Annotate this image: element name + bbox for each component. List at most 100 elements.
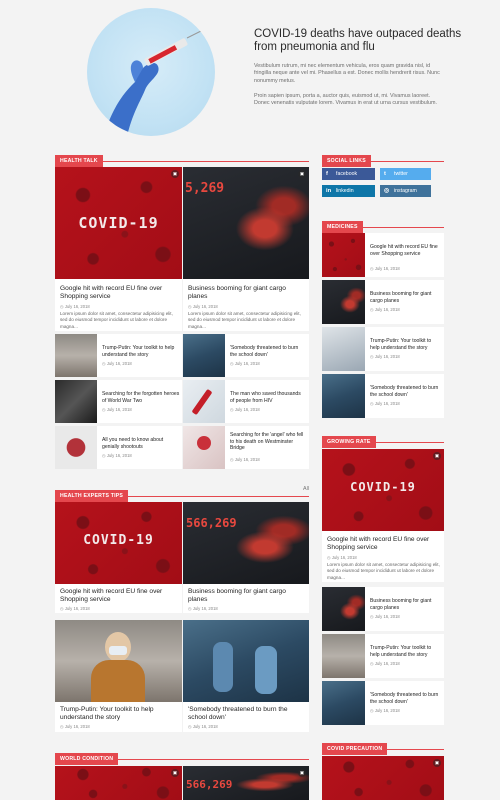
post-thumbnail[interactable] xyxy=(55,334,97,377)
post-thumbnail[interactable]: 5,269 ▣ xyxy=(183,167,309,279)
post-thumbnail[interactable] xyxy=(183,426,225,469)
post-thumbnail[interactable] xyxy=(322,374,365,418)
section-tag[interactable]: Growing Rate xyxy=(322,436,376,448)
post-title[interactable]: Trump-Putin: Your toolkit to help unders… xyxy=(102,345,180,358)
section-tag[interactable]: Health Experts Tips xyxy=(55,490,129,502)
post-date: July 16, 2018 xyxy=(102,407,132,412)
post-card[interactable]: 566,269 Business booming for giant cargo… xyxy=(183,502,309,613)
section-tag[interactable]: Medicines xyxy=(322,221,363,233)
post-title[interactable]: Business booming for giant cargo planes xyxy=(370,598,442,611)
surgeon-figure xyxy=(213,642,233,692)
featured-post-card[interactable]: COVID-19 ▣ Google hit with record EU fin… xyxy=(322,449,444,582)
post-thumbnail[interactable]: 566,269 ▣ xyxy=(183,766,309,800)
list-item[interactable]: 'Somebody threatened to burn the school … xyxy=(322,374,444,418)
post-thumbnail[interactable] xyxy=(55,426,97,469)
post-title[interactable]: Trump-Putin: Your toolkit to help unders… xyxy=(370,338,442,351)
list-item[interactable]: Searching for the 'angel' who fell to hi… xyxy=(183,426,309,469)
post-card[interactable]: Trump-Putin: Your toolkit to help unders… xyxy=(55,620,182,732)
post-thumbnail[interactable]: ▣ xyxy=(322,756,444,800)
post-title[interactable]: Business booming for giant cargo planes xyxy=(370,291,442,304)
post-thumbnail[interactable] xyxy=(322,280,365,324)
instagram-icon: ◎ xyxy=(384,188,390,194)
post-thumbnail[interactable] xyxy=(183,334,225,377)
list-item[interactable]: All you need to know about genially shoo… xyxy=(55,426,182,469)
instagram-button[interactable]: ◎ instagram xyxy=(380,185,431,197)
post-thumbnail[interactable] xyxy=(322,233,365,277)
post-thumbnail[interactable] xyxy=(322,634,365,678)
section-tag[interactable]: Social Links xyxy=(322,155,371,167)
camera-icon: ▣ xyxy=(171,170,179,178)
view-all-link[interactable]: All xyxy=(303,486,309,492)
twitter-icon: t xyxy=(384,171,386,177)
post-title[interactable]: Business booming for giant cargo planes xyxy=(188,588,306,604)
list-item[interactable]: Google hit with record EU fine over Shop… xyxy=(322,233,444,277)
post-date: July 16, 2018 xyxy=(370,708,400,713)
post-title[interactable]: Trump-Putin: Your toolkit to help unders… xyxy=(60,706,178,722)
post-thumbnail[interactable]: COVID-19 ▣ xyxy=(322,449,444,531)
post-title[interactable]: Business booming for giant cargo planes xyxy=(188,285,306,301)
post-excerpt: Lorem ipsum dolor sit amet, consectetur … xyxy=(188,311,301,329)
hero-paragraph: Proin sapien ipsum, porta a, auctor quis… xyxy=(254,93,437,107)
post-thumbnail[interactable] xyxy=(322,587,365,631)
hero-image-gloved-hand-syringe[interactable] xyxy=(87,8,215,136)
post-title[interactable]: Trump-Putin: Your toolkit to help unders… xyxy=(370,645,442,658)
post-thumbnail[interactable]: 566,269 xyxy=(183,502,309,584)
linkedin-button[interactable]: in linkedin xyxy=(322,185,375,197)
list-item[interactable]: Business booming for giant cargo planes … xyxy=(322,280,444,324)
post-title[interactable]: Google hit with record EU fine over Shop… xyxy=(60,285,178,301)
section-heading-medicines: Medicines xyxy=(322,215,444,233)
post-card[interactable]: 566,269 ▣ xyxy=(183,766,309,800)
post-card[interactable]: ▣ xyxy=(55,766,182,800)
list-item[interactable]: Business booming for giant cargo planes … xyxy=(322,587,444,631)
featured-post-card[interactable]: COVID-19 ▣ Google hit with record EU fin… xyxy=(55,167,182,331)
post-date: July 16, 2018 xyxy=(188,606,218,611)
post-date: July 16, 2018 xyxy=(60,724,90,729)
post-thumbnail[interactable] xyxy=(55,620,182,702)
post-thumbnail[interactable] xyxy=(322,327,365,371)
section-tag[interactable]: Health Talk xyxy=(55,155,103,167)
section-tag[interactable]: Covid Precaution xyxy=(322,743,388,755)
post-title[interactable]: Google hit with record EU fine over Shop… xyxy=(370,244,442,257)
post-title[interactable]: Google hit with record EU fine over Shop… xyxy=(327,536,441,552)
featured-post-card[interactable]: 5,269 ▣ Business booming for giant cargo… xyxy=(183,167,309,331)
post-card[interactable]: COVID-19 Google hit with record EU fine … xyxy=(55,502,182,613)
list-item[interactable]: The man who saved thousands of people fr… xyxy=(183,380,309,423)
post-card[interactable]: ▣ xyxy=(322,756,444,800)
post-title[interactable]: The man who saved thousands of people fr… xyxy=(230,391,306,404)
post-thumbnail[interactable]: ▣ xyxy=(55,766,182,800)
post-thumbnail[interactable] xyxy=(183,380,225,423)
post-title[interactable]: 'Somebody threatened to burn the school … xyxy=(188,706,306,722)
post-title[interactable]: 'Somebody threatened to burn the school … xyxy=(370,385,442,398)
camera-icon: ▣ xyxy=(298,170,306,178)
facebook-button[interactable]: f facebook xyxy=(322,168,375,180)
virus-icon xyxy=(197,436,211,450)
post-title[interactable]: Searching for the 'angel' who fell to hi… xyxy=(230,432,306,452)
post-thumbnail[interactable]: COVID-19 xyxy=(55,502,182,584)
twitter-button[interactable]: t twitter xyxy=(380,168,431,180)
linkedin-icon: in xyxy=(326,188,332,194)
section-tag[interactable]: World Condition xyxy=(55,753,119,765)
post-thumbnail[interactable] xyxy=(55,380,97,423)
post-excerpt: Lorem ipsum dolor sit amet, consectetur … xyxy=(327,562,440,580)
post-thumbnail[interactable]: COVID-19 ▣ xyxy=(55,167,182,279)
list-item[interactable]: Trump-Putin: Your toolkit to help unders… xyxy=(322,327,444,371)
post-title[interactable]: All you need to know about genially shoo… xyxy=(102,437,180,450)
post-title[interactable]: 'Somebody threatened to burn the school … xyxy=(230,345,306,358)
post-thumbnail[interactable] xyxy=(322,681,365,725)
list-item[interactable]: Searching for the forgotten heroes of Wo… xyxy=(55,380,182,423)
list-item[interactable]: 'Somebody threatened to burn the school … xyxy=(322,681,444,725)
hero-title[interactable]: COVID-19 deaths have outpaced deaths fro… xyxy=(254,28,484,54)
list-item[interactable]: 'Somebody threatened to burn the school … xyxy=(183,334,309,377)
list-item[interactable]: Trump-Putin: Your toolkit to help unders… xyxy=(322,634,444,678)
section-heading-health-experts-tips: Health Experts Tips All xyxy=(55,484,309,502)
post-title[interactable]: Searching for the forgotten heroes of Wo… xyxy=(102,391,180,404)
list-item[interactable]: Trump-Putin: Your toolkit to help unders… xyxy=(55,334,182,377)
post-date: July 16, 2018 xyxy=(188,304,218,309)
post-thumbnail[interactable] xyxy=(183,620,309,702)
thumbnail-text: 5,269 xyxy=(185,181,225,196)
post-title[interactable]: 'Somebody threatened to burn the school … xyxy=(370,692,442,705)
post-title[interactable]: Google hit with record EU fine over Shop… xyxy=(60,588,178,604)
post-card[interactable]: 'Somebody threatened to burn the school … xyxy=(183,620,309,732)
syringe-icon xyxy=(191,388,213,416)
post-date: July 16, 2018 xyxy=(370,266,400,271)
